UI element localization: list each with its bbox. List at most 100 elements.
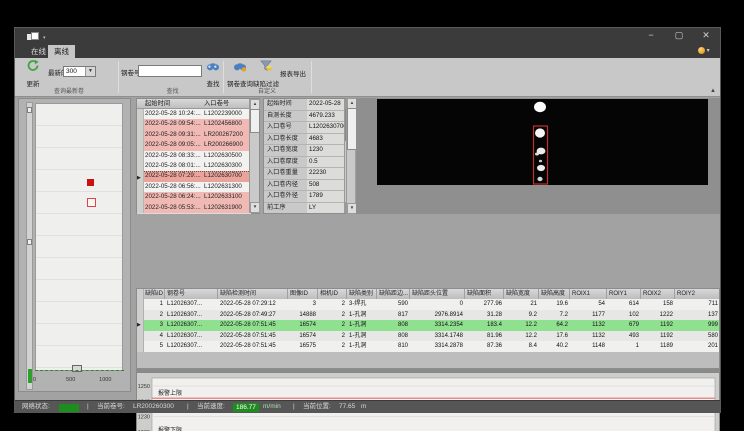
coil-list-header: 起始时间 入口卷号 [137,99,251,109]
coil-list-row[interactable]: 2022-05-28 05:53:... L1202631900 [137,202,251,214]
col-header-entry-coil[interactable]: 入口卷号 [204,99,229,109]
property-label: 起始时间 [264,99,308,110]
table-cell: 1-孔洞 [349,311,367,318]
table-col-header[interactable]: ROIX2 [641,289,675,299]
table-col-header[interactable]: 图像ID [288,289,318,299]
defect-table-row[interactable]: 5 L12026307... 2022-05-28 07:51:45 16575 2 1-… [137,341,719,352]
table-cell: 2 [341,301,345,307]
latest-count-combobox[interactable]: 300 ▼ [63,66,96,77]
app-menu-caret-icon[interactable]: ▾ [43,35,46,41]
coil-defect-map-plot[interactable] [35,103,123,372]
table-col-header[interactable]: 钢卷号 [165,289,218,299]
table-col-header[interactable]: 缺陷ID [143,289,165,299]
map-scroll-thumb[interactable] [27,239,32,245]
start-time-cell: 2022-05-28 09:54:... [145,120,201,128]
table-cell: 16575 [299,343,316,349]
table-col-header[interactable]: 缺陷宽度 [504,289,539,299]
property-row[interactable]: 前工序 LY [264,202,348,213]
table-col-header[interactable]: 缺陷检测时间 [218,289,288,299]
defect-table: 缺陷ID 钢卷号 缺陷检测时间 图像ID 相机ID 缺陷类别 缺陷距边... 缺陷距头位置 缺陷… [136,288,720,369]
refresh-button[interactable]: 更新 [20,59,46,88]
table-col-header[interactable]: ROIY1 [607,289,641,299]
defect-table-row[interactable]: 2 L12026307... 2022-05-28 07:49:27 14888 2 1-… [137,309,719,320]
combo-dropdown-icon[interactable]: ▼ [85,67,95,76]
property-row[interactable]: 入口卷外径 1789 [264,191,348,203]
table-cell: L12026307... [167,322,203,328]
table-col-header[interactable]: 缺陷高度 [539,289,570,299]
table-cell: 9.2 [528,311,537,318]
defect-table-row[interactable]: 1 L12026307... 2022-05-28 07:29:12 3 2 3-焊孔 59… [137,299,719,310]
table-col-header[interactable]: 缺陷距边... [377,289,410,299]
table-cell: 0 [459,301,463,307]
table-cell: 40.2 [556,343,568,349]
minimize-button[interactable]: − [642,30,660,42]
row-gutter [137,192,144,203]
defect-marker-filled[interactable] [86,179,94,187]
app-icon [27,32,39,41]
table-cell: 2022-05-28 07:51:45 [220,332,276,339]
table-col-header[interactable]: 缺陷面积 [465,289,504,299]
table-cell: 158 [662,301,673,307]
close-button[interactable]: ✕ [697,30,715,42]
image-scrollbar[interactable]: ▲ ▼ [346,98,357,214]
start-time-cell: 2022-05-28 09:05:... [145,141,201,149]
property-value: LY [307,202,348,213]
table-col-header[interactable]: 缺陷类别 [347,289,377,299]
defect-table-row[interactable]: 4 L12026307... 2022-05-28 07:51:45 16574 2 1-… [137,330,719,341]
defect-image[interactable] [377,99,708,185]
table-cell: 87.36 [486,343,502,349]
refresh-icon [27,59,39,71]
group-label-query-latest: 查询最新卷 [53,89,84,95]
table-cell: 999 [707,322,718,328]
style-ball-icon [698,47,705,54]
property-row[interactable]: 入口卷号 L1202630700 [264,122,348,134]
property-row[interactable]: 入口卷重量 22230 [264,168,348,180]
scroll-down-icon[interactable]: ▼ [250,202,260,213]
maximize-button[interactable]: ▢ [670,30,688,42]
entry-coil-cell: L1202631300 [204,182,242,190]
find-button[interactable]: 查找 [204,59,222,88]
property-label: 入口卷宽度 [264,145,308,156]
col-header-start-time[interactable]: 起始时间 [145,99,170,109]
property-row[interactable]: 起始时间2022-05-28 07:2... [264,99,348,118]
table-cell: 679 [628,322,639,328]
current-coil-value: LR200260300 [133,403,174,410]
entry-coil-cell: L1202456800 [204,120,242,128]
report-export-button[interactable]: 报表导出 [280,68,306,78]
scroll-thumb[interactable] [250,109,260,133]
defect-table-row[interactable]: ▶ 3 L12026307... 2022-05-28 07:51:45 16574 2 1… [137,320,719,331]
defect-marker-hollow[interactable] [87,198,97,208]
table-cell: 1192 [660,322,673,328]
map-scrollbar[interactable] [26,102,33,390]
map-x-tick-label: 500 [66,377,76,383]
coil-defect-map-panel: 0 500 1000 [18,98,131,392]
table-col-header[interactable]: 相机ID [318,289,347,299]
table-cell: 1-孔洞 [349,322,367,328]
table-cell: 102 [628,311,639,318]
table-col-header[interactable]: ROIY2 [675,289,719,299]
coil-no-input[interactable] [138,65,202,77]
collapse-ribbon-icon[interactable]: ▲ [707,87,719,96]
title-bar: ▾ − ▢ ✕ [15,28,720,44]
net-status-led [59,403,79,412]
property-value: 1789 [307,191,348,202]
tab-offline[interactable]: 离线 [48,45,75,58]
start-time-cell: 2022-05-28 06:24:... [145,193,201,201]
table-col-header[interactable]: 缺陷距头位置 [410,289,465,299]
table-cell: 5 [159,343,163,349]
row-gutter [137,140,144,151]
defect-filter-button[interactable]: 缺陷过滤 [253,59,279,88]
style-picker-button[interactable]: ▾ [698,47,714,56]
property-row[interactable]: 入口卷宽度 1230 [264,145,348,157]
property-row[interactable]: 入口卷内径 508 [264,179,348,191]
row-gutter [137,109,144,120]
row-gutter [137,150,144,161]
property-row[interactable]: 自测长度 4679.233 [264,110,348,122]
property-row[interactable]: 入口卷厚度 0.5 [264,156,348,168]
map-scroll-thumb[interactable] [27,107,32,113]
coil-query-button[interactable]: 钢卷查询 [227,59,253,88]
property-row[interactable]: 入口卷长度 4683 [264,133,348,145]
coil-list-scrollbar[interactable]: ▲ ▼ [249,99,260,213]
table-cell: 12.2 [525,322,537,328]
table-col-header[interactable]: ROIX1 [570,289,607,299]
